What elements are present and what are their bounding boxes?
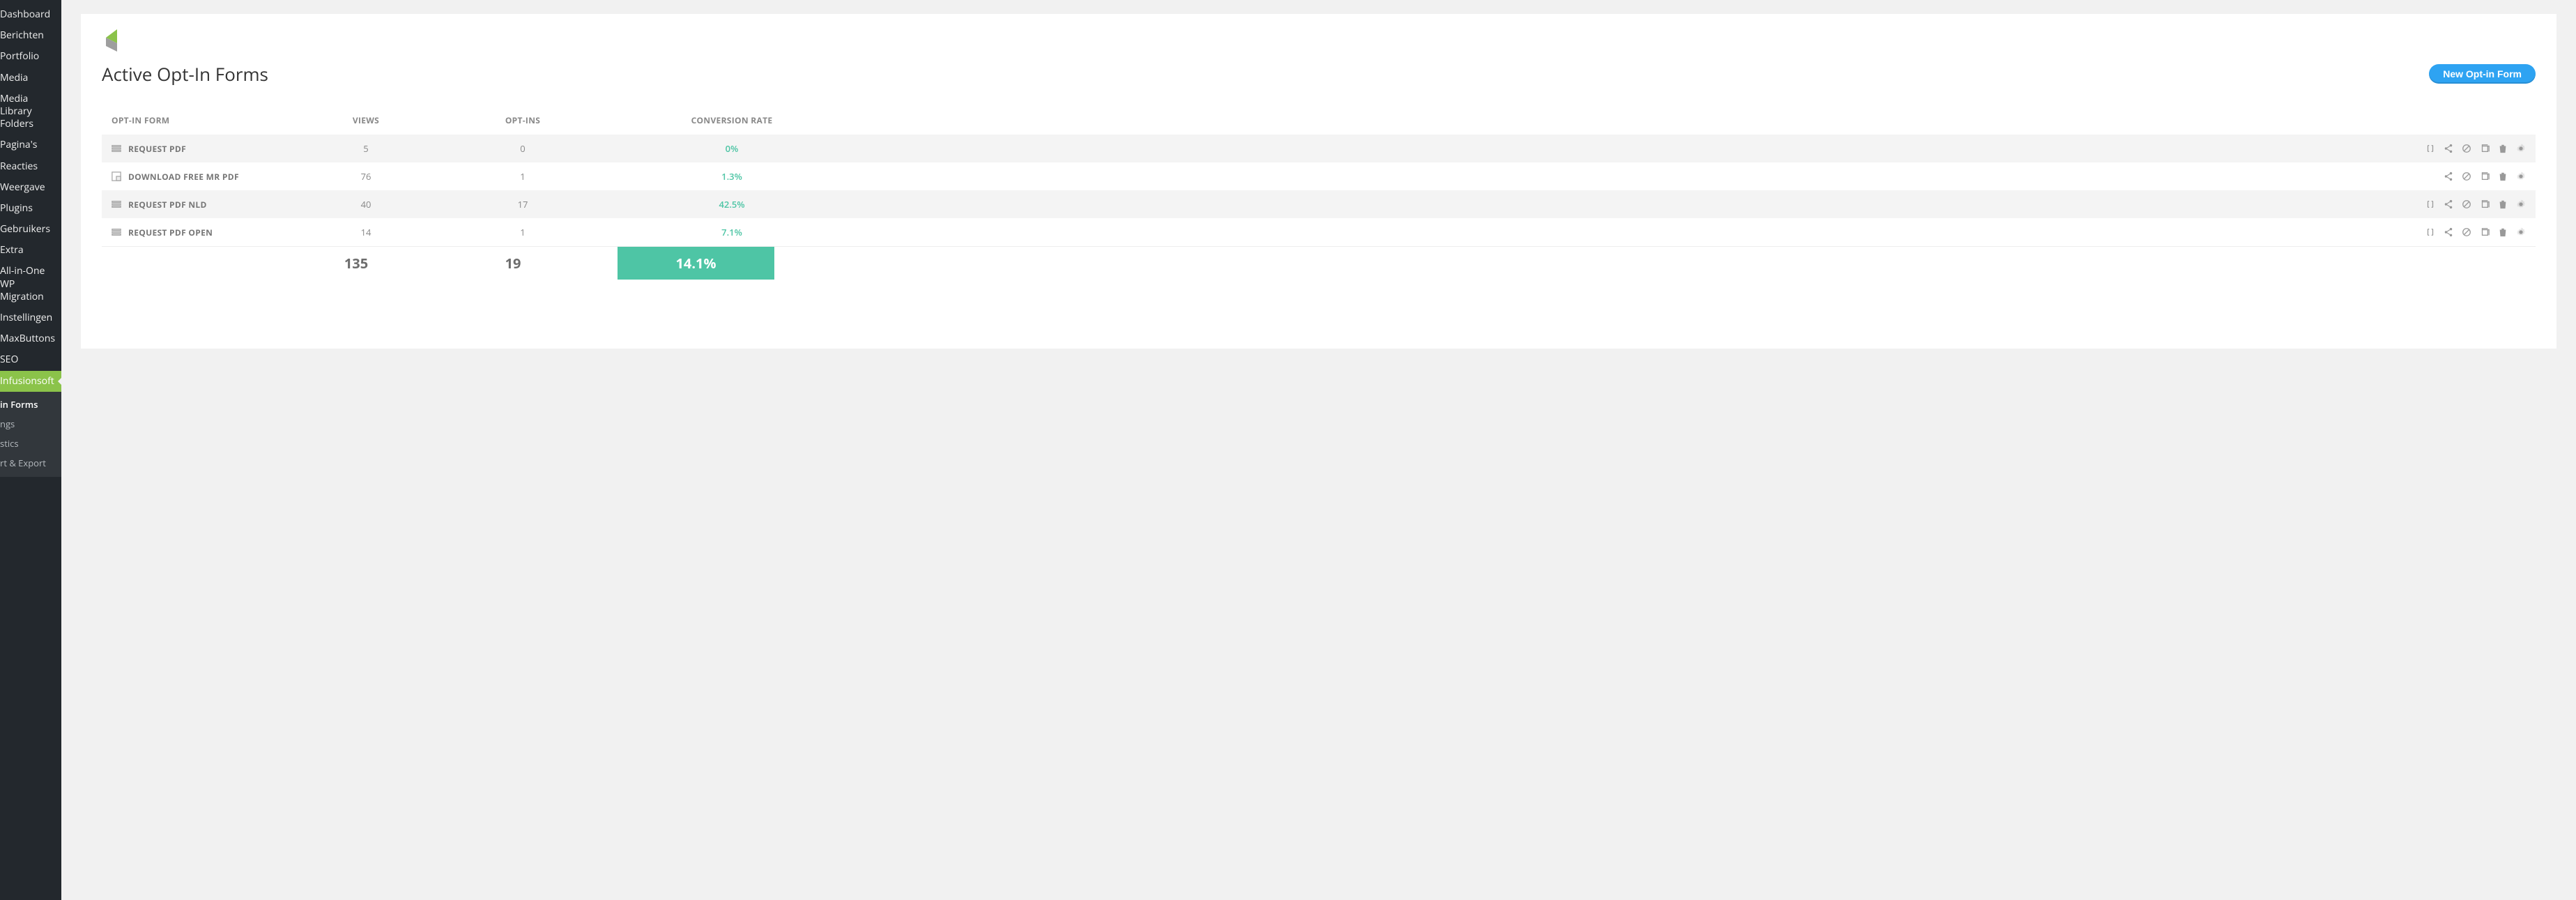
- settings-icon[interactable]: [2516, 144, 2526, 153]
- th-views: VIEWS: [314, 114, 418, 126]
- sidebar-item-all-in-one-wp-migration[interactable]: All-in-One WP Migration: [0, 261, 61, 307]
- form-name[interactable]: DOWNLOAD FREE MR PDF: [128, 171, 239, 183]
- disable-icon[interactable]: [2462, 171, 2471, 181]
- optin-table: OPT-IN FORM VIEWS OPT-INS CONVERSION RAT…: [102, 106, 2536, 280]
- sidebar-item-dashboard[interactable]: Dashboard: [0, 4, 61, 25]
- th-form: OPT-IN FORM: [112, 114, 314, 126]
- table-row: REQUEST PDF OPEN 1417.1%: [102, 218, 2536, 246]
- delete-icon[interactable]: [2498, 227, 2508, 237]
- total-conversion: 14.1%: [618, 247, 774, 280]
- sidebar-item-plugins[interactable]: Plugins: [0, 198, 61, 219]
- sidebar-item-media-library-folders[interactable]: Media Library Folders: [0, 89, 61, 135]
- total-optins: 19: [408, 247, 618, 280]
- table-row: DOWNLOAD FREE MR PDF 7611.3%: [102, 162, 2536, 190]
- sidebar-item-extra[interactable]: Extra: [0, 240, 61, 261]
- dup-icon[interactable]: [2480, 227, 2490, 237]
- delete-icon[interactable]: [2498, 171, 2508, 181]
- disable-icon[interactable]: [2462, 199, 2471, 209]
- dup-icon[interactable]: [2480, 199, 2490, 209]
- cell-views: 14: [314, 226, 418, 238]
- admin-sidebar: DashboardBerichtenPortfolioMediaMedia Li…: [0, 0, 61, 900]
- cell-conversion: 42.5%: [627, 198, 836, 211]
- disable-icon[interactable]: [2462, 144, 2471, 153]
- sidebar-subitem-ngs[interactable]: ngs: [0, 414, 61, 434]
- share-icon[interactable]: [2444, 199, 2453, 209]
- cell-optins: 1: [418, 170, 627, 183]
- code-icon[interactable]: [2425, 144, 2435, 153]
- form-name[interactable]: REQUEST PDF NLD: [128, 199, 207, 211]
- sidebar-subitem-rt-export[interactable]: rt & Export: [0, 453, 61, 473]
- sidebar-item-seo[interactable]: SEO: [0, 349, 61, 370]
- cell-conversion: 7.1%: [627, 226, 836, 238]
- sidebar-item-infusionsoft[interactable]: Infusionsoft: [0, 371, 61, 392]
- settings-icon[interactable]: [2516, 227, 2526, 237]
- code-icon[interactable]: [2425, 227, 2435, 237]
- sidebar-item-berichten[interactable]: Berichten: [0, 25, 61, 46]
- th-optins: OPT-INS: [418, 114, 627, 126]
- cell-optins: 1: [418, 226, 627, 238]
- cell-views: 40: [314, 198, 418, 211]
- form-name[interactable]: REQUEST PDF OPEN: [128, 227, 213, 238]
- sidebar-item-reacties[interactable]: Reacties: [0, 156, 61, 177]
- table-row: REQUEST PDF NLD 401742.5%: [102, 190, 2536, 218]
- logo: [102, 28, 2536, 53]
- th-conv: CONVERSION RATE: [627, 114, 836, 126]
- sidebar-subitem-stics[interactable]: stics: [0, 434, 61, 453]
- sidebar-item-portfolio[interactable]: Portfolio: [0, 46, 61, 67]
- sidebar-item-media[interactable]: Media: [0, 68, 61, 89]
- total-views: 135: [304, 247, 408, 280]
- flyin-type-icon: [112, 171, 121, 181]
- sidebar-submenu: in Formsngssticsrt & Export: [0, 392, 61, 477]
- cell-views: 76: [314, 170, 418, 183]
- cell-conversion: 0%: [627, 142, 836, 155]
- popup-type-icon: [112, 144, 121, 153]
- main-area: Active Opt-In Forms New Opt-in Form OPT-…: [61, 0, 2576, 900]
- sidebar-item-instellingen[interactable]: Instellingen: [0, 307, 61, 328]
- form-name[interactable]: REQUEST PDF: [128, 143, 186, 155]
- share-icon[interactable]: [2444, 227, 2453, 237]
- code-icon[interactable]: [2425, 199, 2435, 209]
- table-header: OPT-IN FORM VIEWS OPT-INS CONVERSION RAT…: [102, 106, 2536, 135]
- dup-icon[interactable]: [2480, 171, 2490, 181]
- sidebar-item-maxbuttons[interactable]: MaxButtons: [0, 328, 61, 349]
- delete-icon[interactable]: [2498, 144, 2508, 153]
- sidebar-item-weergave[interactable]: Weergave: [0, 177, 61, 198]
- share-icon[interactable]: [2444, 144, 2453, 153]
- settings-icon[interactable]: [2516, 171, 2526, 181]
- new-optin-button[interactable]: New Opt-in Form: [2429, 64, 2536, 84]
- dup-icon[interactable]: [2480, 144, 2490, 153]
- totals-row: 135 19 14.1%: [102, 246, 2536, 280]
- sidebar-item-gebruikers[interactable]: Gebruikers: [0, 219, 61, 240]
- popup-type-icon: [112, 199, 121, 209]
- sidebar-item-pagina-s[interactable]: Pagina's: [0, 135, 61, 155]
- cell-optins: 17: [418, 198, 627, 211]
- sidebar-subitem-in-forms[interactable]: in Forms: [0, 395, 61, 414]
- cell-optins: 0: [418, 142, 627, 155]
- delete-icon[interactable]: [2498, 199, 2508, 209]
- cell-views: 5: [314, 142, 418, 155]
- cell-conversion: 1.3%: [627, 170, 836, 183]
- panel: Active Opt-In Forms New Opt-in Form OPT-…: [81, 14, 2556, 349]
- settings-icon[interactable]: [2516, 199, 2526, 209]
- share-icon[interactable]: [2444, 171, 2453, 181]
- table-row: REQUEST PDF 500%: [102, 135, 2536, 162]
- page-title: Active Opt-In Forms: [102, 61, 268, 86]
- disable-icon[interactable]: [2462, 227, 2471, 237]
- popup-type-icon: [112, 227, 121, 237]
